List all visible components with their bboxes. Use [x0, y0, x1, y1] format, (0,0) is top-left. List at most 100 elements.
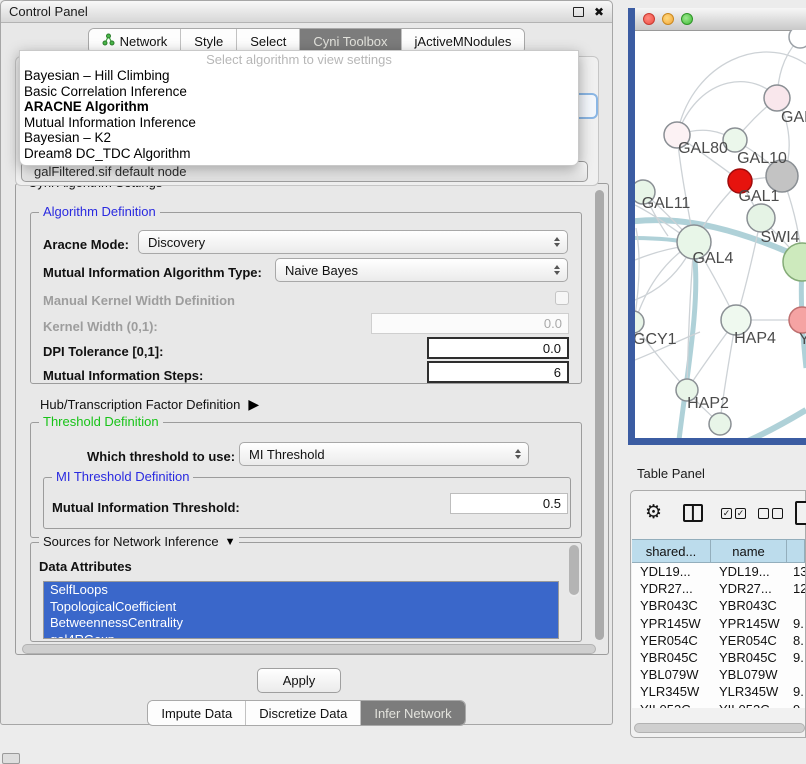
column-header-name[interactable]: name: [711, 540, 787, 562]
network-canvas[interactable]: GALGAL80GAL10GAL1GAL11SWI4GAL4GCY1HAP4YH…: [635, 30, 806, 438]
close-icon[interactable]: ✖: [594, 6, 604, 18]
mi-threshold-input[interactable]: 0.5: [450, 493, 568, 514]
bottom-tab-discretize-data-label: Discretize Data: [259, 706, 347, 721]
table-row[interactable]: YDL19...YDL19...13: [632, 563, 805, 580]
network-node-labels: GALGAL80GAL10GAL1GAL11SWI4GAL4GCY1HAP4YH…: [635, 109, 806, 412]
node-swi4[interactable]: [747, 204, 775, 232]
table-row[interactable]: YPR145WYPR145W9.: [632, 615, 805, 632]
table-row[interactable]: YIL052CYIL052C9: [632, 701, 805, 709]
algorithm-option-basic-correlation-inference[interactable]: Basic Correlation Inference: [20, 84, 578, 100]
table-row[interactable]: YDR27...YDR27...12: [632, 580, 805, 597]
kernel-width-label: Kernel Width (0,1):: [43, 319, 158, 334]
table-row[interactable]: YLR345WYLR345W9.: [632, 683, 805, 700]
columns-icon[interactable]: [683, 504, 703, 522]
algorithm-definition-group: Algorithm Definition Aracne Mode: Discov…: [30, 212, 582, 384]
table-panel: ⚙ ✓✓ shared...name YDL19...YDL19...13YDR…: [630, 490, 806, 738]
table-cell: YER054C: [711, 633, 787, 648]
algorithm-dropdown-popup: Select algorithm to view settings Bayesi…: [19, 50, 579, 166]
apply-button[interactable]: Apply: [257, 668, 341, 693]
sources-title: Sources for Network Inference: [43, 535, 219, 549]
hub-transcription-expander[interactable]: Hub/Transcription Factor Definition ▶: [40, 396, 259, 413]
node-label-gcy1: GCY1: [635, 331, 677, 348]
close-traffic-light-icon[interactable]: [643, 13, 655, 25]
kernel-width-input[interactable]: 0.0: [371, 313, 569, 334]
bottom-tab-impute-data[interactable]: Impute Data: [148, 701, 245, 725]
table-cell: YBL079W: [632, 667, 711, 682]
tab-style-label: Style: [194, 34, 223, 49]
node-unlabeled[interactable]: [789, 30, 806, 48]
document-icon[interactable]: [795, 501, 806, 525]
control-panel-titlebar: Control Panel ✖: [1, 1, 612, 23]
table-row[interactable]: YBR045CYBR045C9.: [632, 649, 805, 666]
mi-threshold-value: 0.5: [543, 496, 561, 511]
bottom-tab-infer-network[interactable]: Infer Network: [360, 701, 464, 725]
algorithm-combobox-fragment[interactable]: [579, 93, 598, 119]
algorithm-option-dream8-dc-tdc-algorithm[interactable]: Dream8 DC_TDC Algorithm: [20, 146, 578, 162]
aracne-mode-combobox[interactable]: Discovery: [138, 230, 568, 254]
settings-vertical-scrollbar[interactable]: [595, 190, 604, 640]
node-label-hap4: HAP4: [734, 330, 776, 347]
node-unlabeled[interactable]: [709, 413, 731, 435]
node-gcy1[interactable]: [635, 311, 644, 333]
table-cell: YPR145W: [711, 616, 787, 631]
table-cell: 9: [787, 702, 805, 708]
table-cell: 13: [787, 564, 805, 579]
network-view-window: GALGAL80GAL10GAL1GAL11SWI4GAL4GCY1HAP4YH…: [628, 8, 806, 445]
node-label-gal4: GAL4: [693, 250, 734, 267]
zoom-traffic-light-icon[interactable]: [681, 13, 693, 25]
network-selector-value: galFiltered.sif default node: [34, 164, 186, 179]
mi-algorithm-type-combobox[interactable]: Naive Bayes: [275, 258, 568, 282]
table-row[interactable]: YBL079WYBL079W: [632, 666, 805, 683]
algorithm-definition-title: Algorithm Definition: [39, 205, 160, 219]
algorithm-option-mutual-information-inference[interactable]: Mutual Information Inference: [20, 115, 578, 131]
table-header-row: shared...name: [632, 539, 805, 563]
node-label-hap2: HAP2: [687, 395, 729, 412]
attribute-item-betweennesscentrality[interactable]: BetweennessCentrality: [44, 615, 558, 632]
bottom-tab-impute-data-label: Impute Data: [161, 706, 232, 721]
attribute-item-gal4rgexp[interactable]: gal4RGexp: [44, 632, 558, 640]
table-row[interactable]: YBR043CYBR043C: [632, 597, 805, 614]
network-tab-icon: [102, 33, 115, 49]
bottom-tab-discretize-data[interactable]: Discretize Data: [245, 701, 360, 725]
attribute-item-selfloops[interactable]: SelfLoops: [44, 582, 558, 599]
dpi-tolerance-input[interactable]: 0.0: [427, 337, 569, 359]
sources-title-wrap[interactable]: Sources for Network Inference ▼: [39, 535, 239, 549]
attribute-item-topologicalcoefficient[interactable]: TopologicalCoefficient: [44, 599, 558, 616]
table-rows: YDL19...YDL19...13YDR27...YDR27...12YBR0…: [632, 563, 805, 708]
settings-horizontal-scrollbar[interactable]: [22, 644, 596, 654]
threshold-definition-group: Threshold Definition Which threshold to …: [30, 422, 582, 538]
column-header-3[interactable]: [787, 540, 805, 562]
manual-kernel-width-checkbox[interactable]: [555, 291, 569, 305]
which-threshold-label: Which threshold to use:: [87, 449, 235, 464]
node-label-gal: GAL: [781, 109, 806, 126]
table-cell: YBR045C: [632, 650, 711, 665]
mi-steps-input[interactable]: 6: [427, 361, 569, 383]
cyni-algorithm-settings-group: Cyni Algorithm Settings Algorithm Defini…: [15, 183, 609, 655]
which-threshold-combobox[interactable]: MI Threshold: [239, 442, 529, 466]
table-cell: 9.: [787, 650, 805, 665]
attributes-scrollbar[interactable]: [569, 545, 579, 597]
column-header-shared[interactable]: shared...: [632, 540, 711, 562]
algorithm-option-bayesian-k2[interactable]: Bayesian – K2: [20, 130, 578, 146]
float-window-icon[interactable]: [573, 7, 584, 17]
deselect-all-icon[interactable]: [758, 508, 783, 519]
minimize-traffic-light-icon[interactable]: [662, 13, 674, 25]
node-y[interactable]: [789, 307, 806, 333]
table-horizontal-scrollbar[interactable]: [634, 723, 805, 733]
hub-transcription-label: Hub/Transcription Factor Definition: [40, 397, 240, 412]
node-label-gal1: GAL1: [739, 188, 780, 205]
table-row[interactable]: YER054CYER054C8.: [632, 632, 805, 649]
select-all-icon[interactable]: ✓✓: [721, 508, 746, 519]
node-gal[interactable]: [764, 85, 790, 111]
bottom-left-widget-fragment[interactable]: [2, 753, 20, 764]
algorithm-option-bayesian-hill-climbing[interactable]: Bayesian – Hill Climbing: [20, 68, 578, 84]
mi-threshold-definition-group: MI Threshold Definition Mutual Informati…: [43, 477, 571, 529]
table-panel-title: Table Panel: [637, 466, 705, 481]
expander-expanded-icon: ▼: [225, 535, 236, 549]
network-window-titlebar[interactable]: [635, 8, 806, 31]
algorithm-option-aracne-algorithm[interactable]: ARACNE Algorithm: [20, 99, 578, 115]
gear-icon[interactable]: ⚙: [645, 503, 662, 522]
data-attributes-label: Data Attributes: [39, 559, 132, 574]
data-attributes-list: SelfLoopsTopologicalCoefficientBetweenne…: [43, 581, 559, 639]
bottom-tab-infer-network-label: Infer Network: [374, 706, 451, 721]
